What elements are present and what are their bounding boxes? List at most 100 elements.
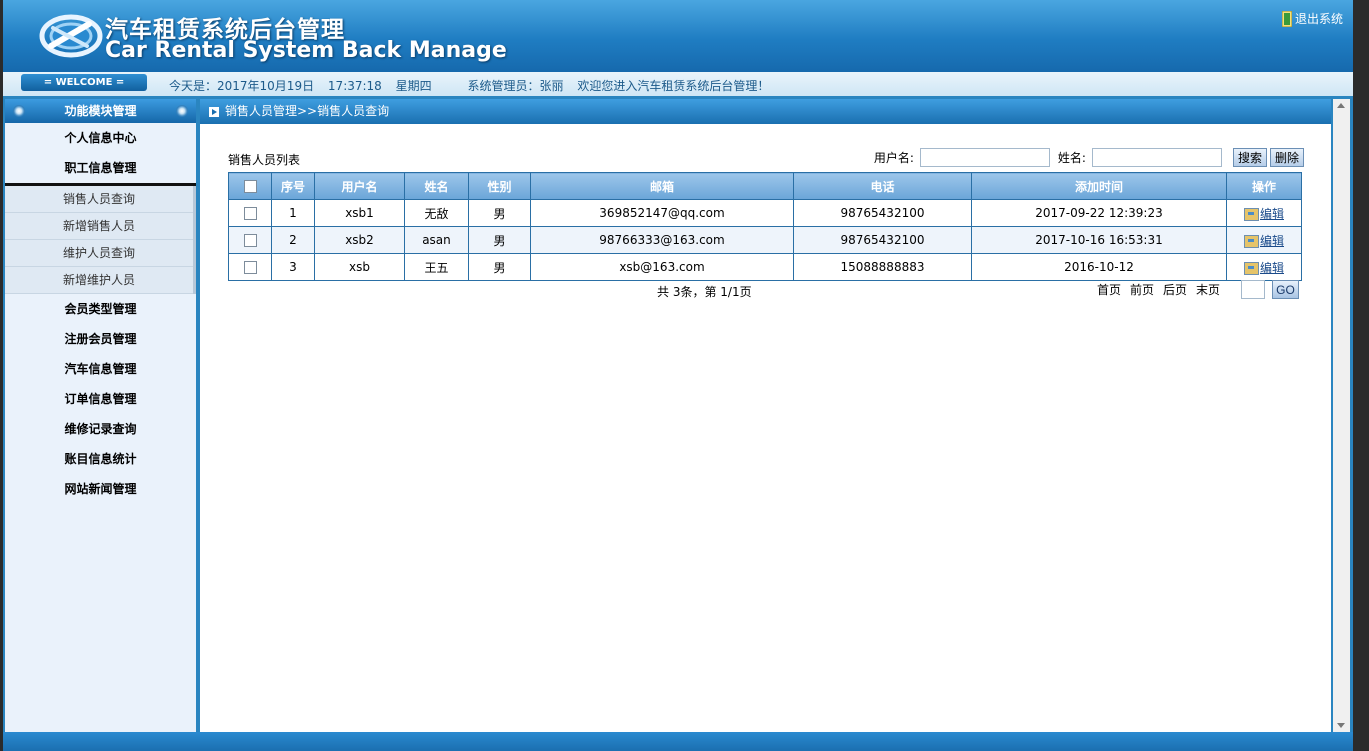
current-weekday: 星期四 <box>395 79 432 93</box>
cell-phone: 15088888883 <box>793 253 972 281</box>
logo-emblem-icon <box>39 14 103 58</box>
row-checkbox-cell <box>228 199 272 227</box>
menu-item-staff[interactable]: 职工信息管理 <box>5 153 196 186</box>
cell-email: 98766333@163.com <box>530 226 794 254</box>
menu-item-news[interactable]: 网站新闻管理 <box>5 474 196 504</box>
scroll-down-icon[interactable] <box>1337 723 1345 728</box>
submenu-add-sales[interactable]: 新增销售人员 <box>5 213 193 240</box>
exit-door-icon <box>1281 10 1292 27</box>
sales-staff-table: 序号 用户名 姓名 性别 邮箱 电话 添加时间 操作 1 xsb1 无敌 男 3… <box>228 172 1302 281</box>
prev-page-link[interactable]: 前页 <box>1130 281 1154 298</box>
app-frame: 汽车租赁系统后台管理 Car Rental System Back Manage… <box>3 0 1353 751</box>
page-number-input[interactable] <box>1241 280 1265 299</box>
table-row: 2 xsb2 asan 男 98766333@163.com 987654321… <box>228 226 1302 254</box>
search-area: 用户名: 姓名: 搜索 删除 <box>874 148 1304 167</box>
cell-phone: 98765432100 <box>793 226 972 254</box>
welcome-badge: = WELCOME = <box>21 74 147 91</box>
menu-item-members[interactable]: 注册会员管理 <box>5 324 196 354</box>
cell-username: xsb2 <box>314 226 405 254</box>
cell-phone: 98765432100 <box>793 199 972 227</box>
menu-item-member-type[interactable]: 会员类型管理 <box>5 294 196 324</box>
edit-icon <box>1243 234 1259 248</box>
cell-added-time: 2017-09-22 12:39:23 <box>971 199 1227 227</box>
cell-gender: 男 <box>468 199 531 227</box>
table-row: 3 xsb 王五 男 xsb@163.com 15088888883 2016-… <box>228 253 1302 281</box>
edit-icon <box>1243 261 1259 275</box>
menu-item-repairs[interactable]: 维修记录查询 <box>5 414 196 444</box>
search-button[interactable]: 搜索 <box>1232 148 1267 167</box>
greeting-text: 欢迎您进入汽车租赁系统后台管理！ <box>577 79 770 93</box>
username-label: 用户名: <box>873 151 914 165</box>
go-button[interactable]: GO <box>1272 280 1299 299</box>
name-input[interactable] <box>1091 148 1222 167</box>
menu-item-profile[interactable]: 个人信息中心 <box>5 123 196 153</box>
cell-username: xsb1 <box>314 199 405 227</box>
row-checkbox[interactable] <box>243 234 257 247</box>
menu-item-accounts[interactable]: 账目信息统计 <box>5 444 196 474</box>
cell-added-time: 2017-10-16 16:53:31 <box>971 226 1227 254</box>
row-checkbox[interactable] <box>243 207 257 220</box>
info-bar: = WELCOME = 今天是：2017年10月19日 17:37:18 星期四… <box>3 72 1353 96</box>
col-header-name: 姓名 <box>404 172 469 200</box>
cell-action: 编辑 <box>1226 199 1302 227</box>
col-header-no: 序号 <box>271 172 315 200</box>
edit-link[interactable]: 编辑 <box>1260 261 1284 275</box>
admin-label: 系统管理员：张丽 <box>467 79 564 93</box>
row-checkbox[interactable] <box>243 261 257 274</box>
cell-name: 无敌 <box>404 199 469 227</box>
cell-no: 2 <box>271 226 315 254</box>
username-input[interactable] <box>919 148 1050 167</box>
cell-name: 王五 <box>404 253 469 281</box>
cell-email: xsb@163.com <box>530 253 794 281</box>
row-checkbox-cell <box>228 226 272 254</box>
col-header-added-time: 添加时间 <box>971 172 1227 200</box>
last-page-link[interactable]: 末页 <box>1196 281 1220 298</box>
submenu-maintenance-query[interactable]: 维护人员查询 <box>5 240 193 267</box>
edit-link[interactable]: 编辑 <box>1260 207 1284 221</box>
first-page-link[interactable]: 首页 <box>1097 281 1121 298</box>
main-panel: 销售人员管理>>销售人员查询 销售人员列表 用户名: 姓名: 搜索 删除 序号 … <box>200 99 1331 732</box>
cell-no: 3 <box>271 253 315 281</box>
breadcrumb-text: 销售人员管理>>销售人员查询 <box>225 104 390 118</box>
menu-header-right-icon <box>176 105 188 117</box>
vertical-scrollbar[interactable] <box>1333 99 1350 732</box>
name-label: 姓名: <box>1057 151 1086 165</box>
cell-email: 369852147@qq.com <box>530 199 794 227</box>
menu-item-cars[interactable]: 汽车信息管理 <box>5 354 196 384</box>
pager: 首页 前页 后页 末页 GO <box>1097 280 1299 299</box>
current-date: 今天是：2017年10月19日 <box>169 79 315 93</box>
delete-button[interactable]: 删除 <box>1269 148 1304 167</box>
cell-no: 1 <box>271 199 315 227</box>
submenu-sales-query[interactable]: 销售人员查询 <box>5 186 193 213</box>
col-header-phone: 电话 <box>793 172 972 200</box>
header: 汽车租赁系统后台管理 Car Rental System Back Manage… <box>3 0 1353 72</box>
cell-gender: 男 <box>468 253 531 281</box>
edit-link[interactable]: 编辑 <box>1260 234 1284 248</box>
menu-item-orders[interactable]: 订单信息管理 <box>5 384 196 414</box>
row-checkbox-cell <box>228 253 272 281</box>
select-all-checkbox[interactable] <box>243 180 257 193</box>
select-all-header <box>228 172 272 200</box>
scroll-up-icon[interactable] <box>1337 103 1345 108</box>
pager-summary: 共 3条，第 1/1页 <box>657 285 752 299</box>
menu-header-left-icon <box>13 105 25 117</box>
col-header-email: 邮箱 <box>530 172 794 200</box>
cell-username: xsb <box>314 253 405 281</box>
cell-gender: 男 <box>468 226 531 254</box>
menu-header-label: 功能模块管理 <box>64 104 137 118</box>
cell-added-time: 2016-10-12 <box>971 253 1227 281</box>
current-time: 17:37:18 <box>327 79 382 93</box>
logout-button[interactable]: 退出系统 <box>1281 10 1343 27</box>
col-header-gender: 性别 <box>468 172 531 200</box>
submenu-add-maintenance[interactable]: 新增维护人员 <box>5 267 193 294</box>
next-page-link[interactable]: 后页 <box>1163 281 1187 298</box>
app-title-en: Car Rental System Back Manage <box>105 38 507 63</box>
list-title: 销售人员列表 <box>228 153 301 167</box>
sidebar: 功能模块管理 个人信息中心 职工信息管理 销售人员查询 新增销售人员 维护人员查… <box>5 99 196 732</box>
cell-action: 编辑 <box>1226 253 1302 281</box>
staff-submenu: 销售人员查询 新增销售人员 维护人员查询 新增维护人员 <box>5 186 196 294</box>
window-edge <box>1353 0 1369 751</box>
col-header-action: 操作 <box>1226 172 1302 200</box>
col-header-username: 用户名 <box>314 172 405 200</box>
footer-bar <box>3 732 1353 751</box>
